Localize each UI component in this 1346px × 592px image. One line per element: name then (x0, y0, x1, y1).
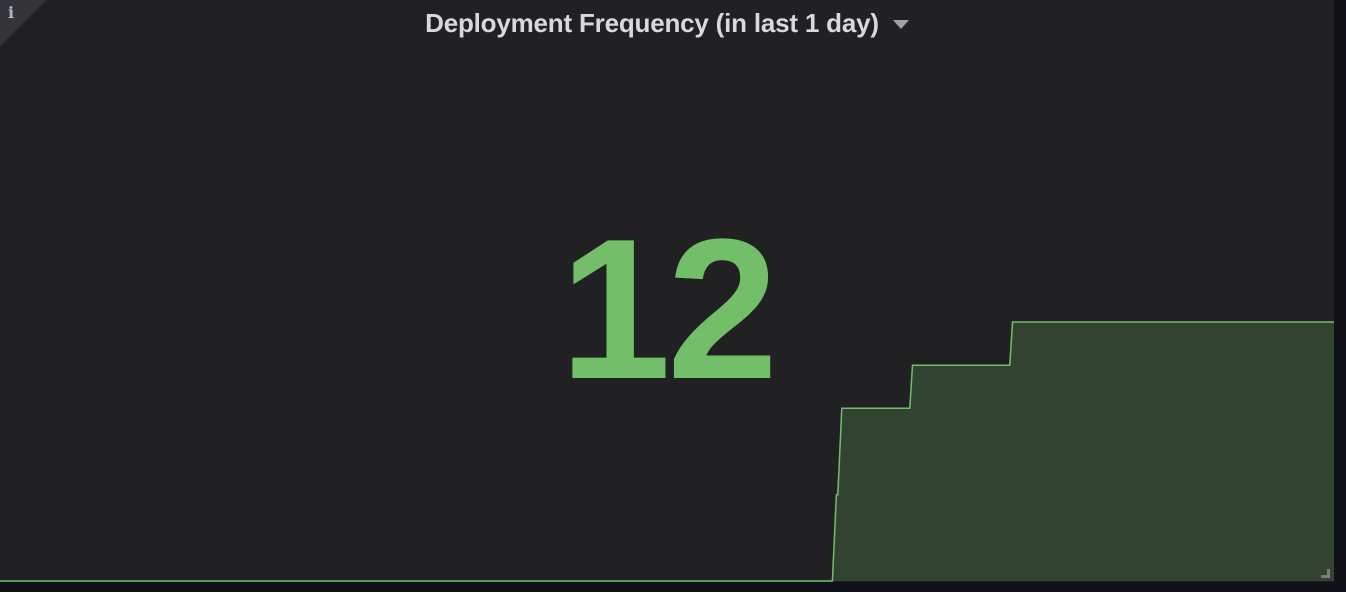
caret-down-icon[interactable] (892, 19, 909, 29)
stat-panel: 12 i Deployment Frequency (in last 1 day… (0, 0, 1334, 582)
panel-header: Deployment Frequency (in last 1 day) (0, 0, 1334, 46)
resize-handle-icon[interactable] (1321, 569, 1330, 578)
stat-value: 12 (559, 198, 778, 421)
panel-title-menu[interactable]: Deployment Frequency (in last 1 day) (425, 8, 909, 39)
panel-title[interactable]: Deployment Frequency (in last 1 day) (425, 8, 879, 39)
